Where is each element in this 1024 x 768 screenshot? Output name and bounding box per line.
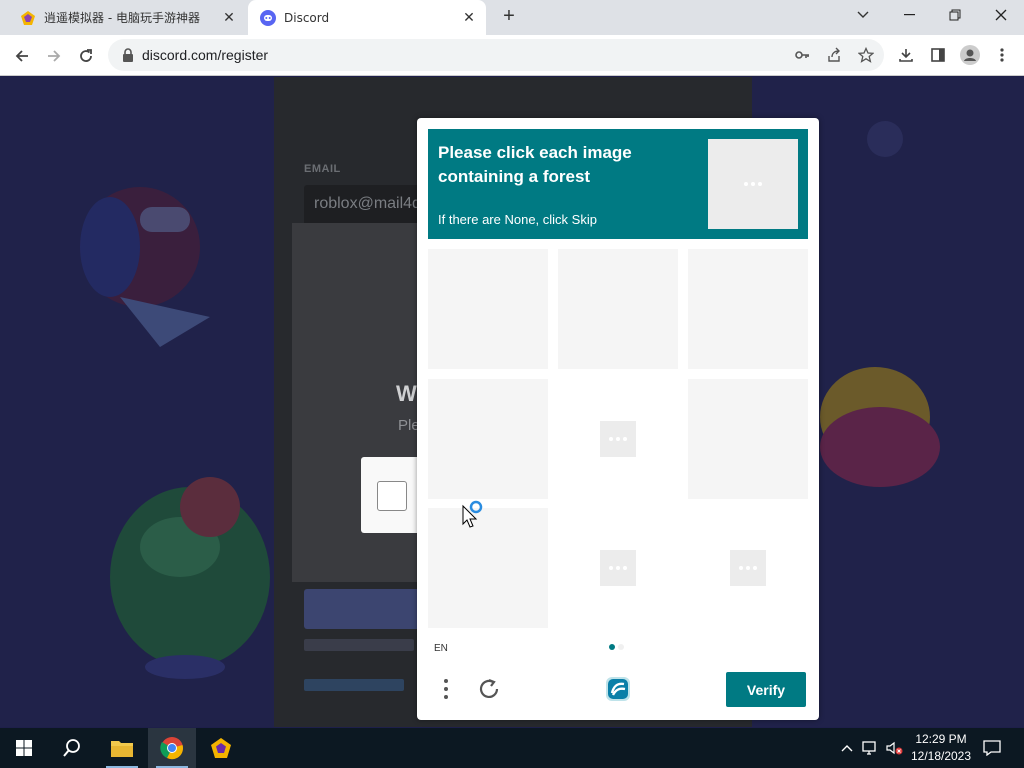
clock-date: 12/18/2023 [910, 749, 972, 763]
side-panel-icon[interactable] [926, 43, 950, 67]
tab-title: Discord [284, 10, 330, 25]
close-tab-icon[interactable]: ✕ [218, 7, 240, 29]
emulator-taskbar-icon[interactable] [197, 728, 245, 768]
clock-time: 12:29 PM [915, 732, 967, 746]
captcha-challenge: Please click each image containing a for… [417, 118, 819, 720]
captcha-prompt-subtitle: If there are None, click Skip [438, 212, 597, 227]
background-illustration-left [80, 187, 210, 347]
page-indicator [609, 644, 624, 650]
reload-button[interactable] [71, 41, 101, 71]
network-icon[interactable] [860, 738, 880, 758]
tab-discord[interactable]: Discord ✕ [248, 0, 486, 35]
loading-icon [600, 421, 636, 457]
windows-start-icon[interactable] [0, 728, 48, 768]
volume-muted-icon[interactable] [884, 738, 904, 758]
chrome-taskbar-icon[interactable] [148, 728, 196, 768]
chrome-menu-icon[interactable] [990, 43, 1014, 67]
loading-icon [730, 550, 766, 586]
captcha-prompt: Please click each image containing a for… [428, 129, 808, 239]
new-tab-button[interactable]: + [498, 6, 520, 28]
email-label: EMAIL [304, 163, 341, 175]
bookmark-star-icon[interactable] [858, 47, 874, 63]
forward-button[interactable] [39, 41, 69, 71]
back-button[interactable] [7, 41, 37, 71]
profile-avatar-icon[interactable] [958, 43, 982, 67]
system-clock[interactable]: 12:29 PM 12/18/2023 [906, 731, 976, 765]
browser-toolbar: discord.com/register [0, 35, 1024, 76]
background-illustration-right [820, 121, 940, 487]
file-explorer-icon[interactable] [98, 728, 146, 768]
emulator-favicon-icon [21, 10, 35, 25]
captcha-tile-5[interactable] [558, 379, 678, 499]
tab-search-icon[interactable] [840, 0, 886, 30]
browser-tab-bar: 逍遥模拟器 - 电脑玩手游神器 ✕ Discord ✕ + [0, 0, 1024, 35]
download-icon[interactable] [894, 43, 918, 67]
loading-icon [600, 550, 636, 586]
captcha-tile-6[interactable] [688, 379, 808, 499]
captcha-tile-3[interactable] [688, 249, 808, 369]
discord-favicon-icon [260, 9, 276, 26]
url-text[interactable]: discord.com/register [142, 47, 268, 63]
captcha-prompt-title: Please click each image containing a for… [438, 143, 632, 186]
captcha-tile-1[interactable] [428, 249, 548, 369]
login-link[interactable] [304, 679, 404, 691]
minimize-button[interactable] [886, 0, 932, 30]
verify-button[interactable]: Verify [726, 672, 806, 707]
restore-button[interactable] [932, 0, 978, 30]
captcha-tile-9[interactable] [688, 508, 808, 628]
close-tab-icon[interactable]: ✕ [458, 7, 480, 29]
notification-icon[interactable] [982, 738, 1002, 758]
loading-icon [735, 166, 771, 202]
refresh-icon[interactable] [475, 675, 503, 703]
share-icon[interactable] [826, 47, 842, 63]
terms-text [304, 639, 414, 651]
hcaptcha-logo-icon[interactable] [602, 673, 634, 705]
close-window-button[interactable] [978, 0, 1024, 30]
captcha-tile-8[interactable] [558, 508, 678, 628]
captcha-example-image [708, 139, 798, 229]
mouse-cursor-icon [462, 500, 483, 528]
captcha-tile-2[interactable] [558, 249, 678, 369]
lock-icon[interactable] [120, 47, 136, 63]
background-illustration-creature [110, 477, 270, 679]
address-bar[interactable]: discord.com/register [108, 39, 884, 71]
language-selector[interactable]: EN [434, 643, 448, 654]
key-icon[interactable] [794, 47, 810, 63]
hcaptcha-checkbox[interactable] [377, 481, 407, 511]
captcha-tile-7[interactable] [428, 508, 548, 628]
tab-emulator[interactable]: 逍遥模拟器 - 电脑玩手游神器 ✕ [8, 0, 246, 35]
captcha-menu-icon[interactable] [432, 675, 460, 703]
search-icon[interactable] [48, 728, 96, 768]
windows-taskbar: 12:29 PM 12/18/2023 [0, 728, 1024, 768]
tab-title: 逍遥模拟器 - 电脑玩手游神器 [44, 11, 200, 25]
captcha-tile-4[interactable] [428, 379, 548, 499]
modal-heading: W [396, 381, 417, 406]
show-hidden-icons[interactable] [837, 738, 857, 758]
